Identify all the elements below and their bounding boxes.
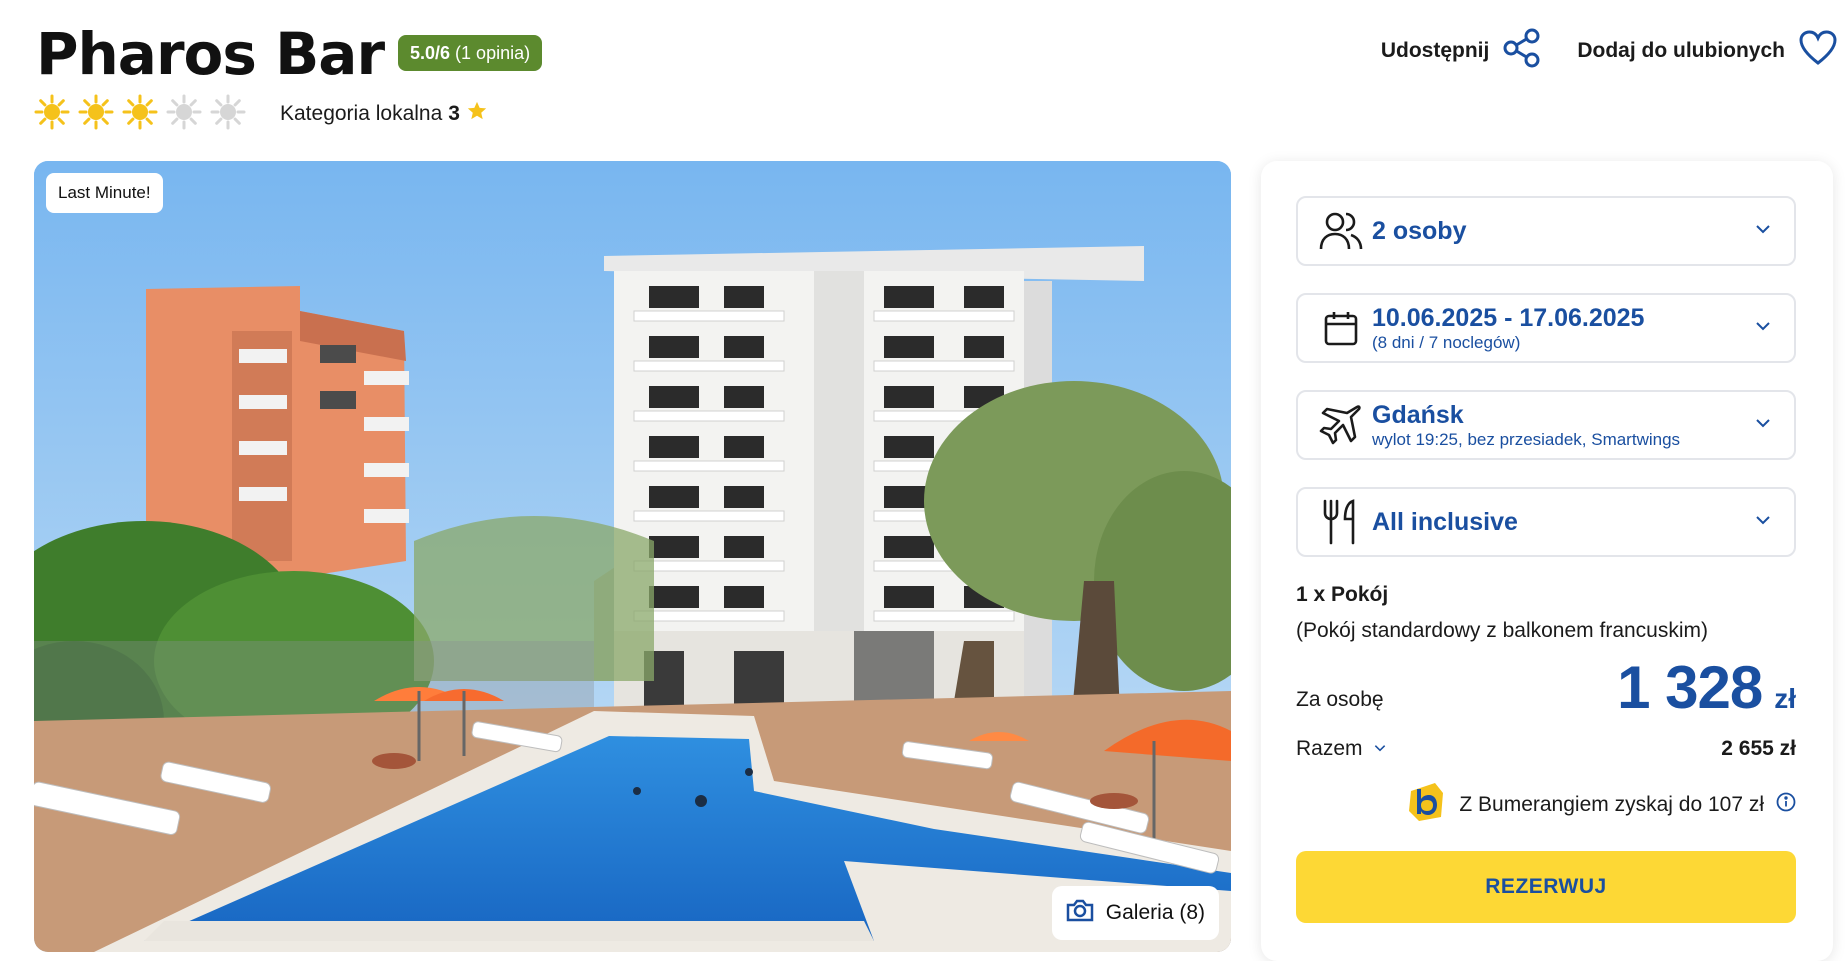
sun-icon xyxy=(166,94,202,130)
price-value: 1 328 xyxy=(1617,654,1763,721)
dates-select[interactable]: 10.06.2025 - 17.06.2025 (8 dni / 7 nocle… xyxy=(1296,293,1796,363)
price-per-person: 1 328 zł xyxy=(1617,653,1796,722)
sun-icon xyxy=(210,94,246,130)
flight-select[interactable]: Gdańsk wylot 19:25, bez przesiadek, Smar… xyxy=(1296,390,1796,460)
bumerang-text: Z Bumerangiem zyskaj do 107 zł xyxy=(1459,793,1764,816)
fork-knife-icon xyxy=(1318,499,1364,545)
chevron-down-icon xyxy=(1754,414,1772,437)
bumerang-logo xyxy=(1405,781,1447,829)
favorite-label: Dodaj do ulubionych xyxy=(1577,39,1785,62)
hotel-title: Pharos Bar xyxy=(36,20,385,88)
local-category-label: Kategoria lokalna xyxy=(280,102,443,125)
heart-icon xyxy=(1799,30,1837,72)
persons-value: 2 osoby xyxy=(1372,216,1467,245)
hotel-star-rating xyxy=(34,94,246,130)
local-category: Kategoria lokalna 3 xyxy=(280,100,488,128)
booking-panel: 2 osoby 10.06.2025 - 17.06.2025 (8 dni /… xyxy=(1261,161,1833,961)
board-select[interactable]: All inclusive xyxy=(1296,487,1796,557)
add-to-favorites-button[interactable]: Dodaj do ulubionych xyxy=(1577,30,1837,72)
chevron-down-icon xyxy=(1754,220,1772,243)
sun-icon xyxy=(78,94,114,130)
chevron-down-icon xyxy=(1373,737,1387,761)
share-button[interactable]: Udostępnij xyxy=(1381,28,1542,74)
persons-icon xyxy=(1318,208,1364,254)
departure-city: Gdańsk xyxy=(1372,400,1464,429)
bumerang-info: Z Bumerangiem zyskaj do 107 zł xyxy=(1405,781,1796,829)
gallery-button[interactable]: Galeria (8) xyxy=(1051,886,1219,940)
share-label: Udostępnij xyxy=(1380,39,1490,62)
room-type: (Pokój standardowy z balkonem francuskim… xyxy=(1296,619,1709,642)
star-icon xyxy=(466,100,488,128)
dates-detail: (8 dni / 7 noclegów) xyxy=(1372,332,1521,352)
room-count: 1 x Pokój xyxy=(1296,583,1389,606)
board-value: All inclusive xyxy=(1372,507,1518,536)
sun-icon xyxy=(34,94,70,130)
local-category-value: 3 xyxy=(448,102,460,125)
hotel-photo xyxy=(34,161,1231,952)
total-value: 2 655 zł xyxy=(1721,737,1796,760)
per-person-label: Za osobę xyxy=(1296,688,1384,711)
hero-image[interactable]: Last Minute! Galeria (8) xyxy=(34,161,1231,952)
header-actions: Udostępnij Dodaj do ulubionych xyxy=(1381,28,1837,74)
rating-badge[interactable]: 5.0/6 (1 opinia) xyxy=(398,35,543,71)
total-toggle[interactable]: Razem xyxy=(1296,737,1387,761)
reserve-button[interactable]: REZERWUJ xyxy=(1296,851,1796,923)
camera-icon xyxy=(1066,898,1094,928)
chevron-down-icon xyxy=(1754,317,1772,340)
calendar-icon xyxy=(1318,305,1364,351)
gallery-label: Galeria (8) xyxy=(1105,901,1205,924)
chevron-down-icon xyxy=(1754,511,1772,534)
total-label: Razem xyxy=(1296,737,1363,760)
rating-count: (1 opinia) xyxy=(455,42,531,63)
rating-score: 5.0/6 xyxy=(410,42,451,63)
flight-detail: wylot 19:25, bez przesiadek, Smartwings xyxy=(1372,429,1681,449)
dates-value: 10.06.2025 - 17.06.2025 xyxy=(1372,303,1645,332)
last-minute-badge: Last Minute! xyxy=(46,173,163,213)
share-icon xyxy=(1503,28,1541,74)
plane-icon xyxy=(1318,402,1364,448)
info-icon[interactable] xyxy=(1776,792,1796,818)
price-currency: zł xyxy=(1774,683,1796,714)
sun-icon xyxy=(122,94,158,130)
persons-select[interactable]: 2 osoby xyxy=(1296,196,1796,266)
